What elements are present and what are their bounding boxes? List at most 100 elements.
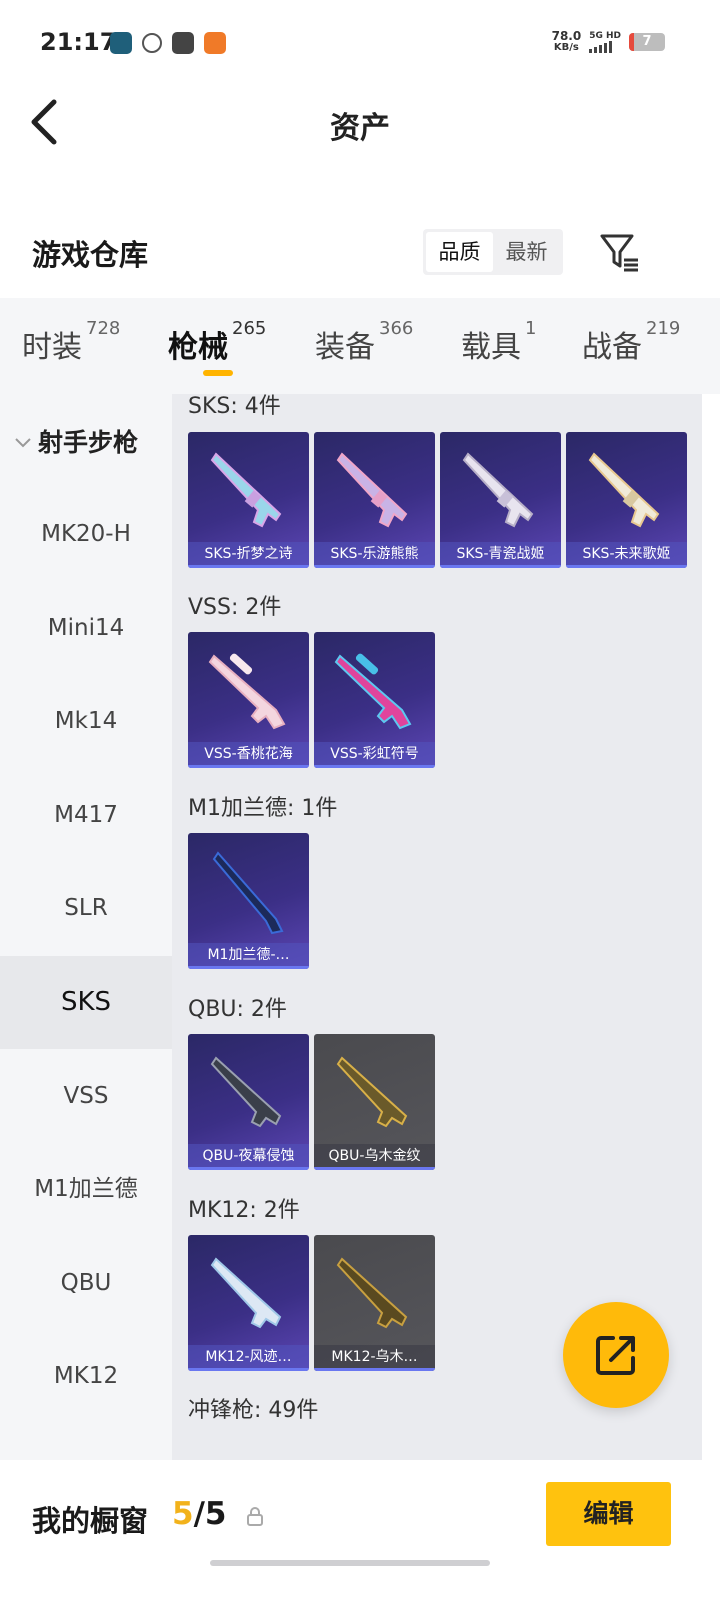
skin-name: SKS-乐游熊熊 <box>314 542 435 568</box>
filter-button[interactable] <box>598 230 642 274</box>
tab-supplies[interactable]: 战备219 <box>582 318 680 366</box>
category-item[interactable]: M417 <box>0 769 172 862</box>
tab-count: 1 <box>525 318 537 339</box>
skin-card[interactable]: MK12-风迹… <box>188 1235 309 1371</box>
tab-gear[interactable]: 装备366 <box>315 318 413 366</box>
network-speed-unit: KB/s <box>553 42 579 53</box>
bottom-bar: 我的橱窗 5/5 编辑 <box>0 1460 720 1608</box>
share-icon <box>596 1336 635 1375</box>
skin-card[interactable]: SKS-未来歌姬 <box>566 432 687 568</box>
filter-icon <box>600 234 638 272</box>
category-item[interactable]: VSS <box>0 1050 172 1143</box>
network-speed: 78.0 KB/s <box>552 30 582 54</box>
skin-card[interactable]: SKS-乐游熊熊 <box>314 432 435 568</box>
weapon-category-list: 射手步枪 MK20-H Mini14 Mk14 M417 SLR SKS VSS… <box>0 394 172 1460</box>
status-bar: 21:17 78.0 KB/s 5G HD 7 <box>0 0 720 86</box>
rifle-icon <box>210 1056 282 1128</box>
rifle-icon <box>588 452 660 528</box>
skin-card[interactable]: QBU-夜幕侵蚀 <box>188 1034 309 1170</box>
lock-icon <box>247 1507 263 1526</box>
category-item[interactable]: SLR <box>0 862 172 955</box>
showcase-total: /5 <box>193 1496 227 1532</box>
skin-name: SKS-未来歌姬 <box>566 542 687 568</box>
skin-name: SKS-折梦之诗 <box>188 542 309 568</box>
category-item[interactable]: QBU <box>0 1237 172 1330</box>
group-title: QBU: 2件 <box>188 997 287 1022</box>
skin-name: MK12-乌木… <box>314 1345 435 1371</box>
group-title: SKS: 4件 <box>188 394 281 419</box>
rifle-icon <box>334 653 412 730</box>
skin-card[interactable]: VSS-香桃花海 <box>188 632 309 768</box>
skin-card[interactable]: SKS-折梦之诗 <box>188 432 309 568</box>
group-title: VSS: 2件 <box>188 595 282 620</box>
skin-name: SKS-青瓷战姬 <box>440 542 561 568</box>
tab-label: 时装 <box>22 330 82 365</box>
rifle-icon <box>210 452 282 528</box>
category-item[interactable]: Mk14 <box>0 675 172 768</box>
network-speed-value: 78.0 <box>551 29 582 43</box>
signal-icon: 5G HD <box>589 31 621 53</box>
sort-by-quality[interactable]: 品质 <box>426 232 493 272</box>
showcase-current: 5 <box>172 1496 194 1532</box>
active-tab-indicator <box>203 370 233 376</box>
sync-notification-icon <box>142 33 162 53</box>
skin-card[interactable]: QBU-乌木金纹 <box>314 1034 435 1170</box>
category-item[interactable]: MK12 <box>0 1330 172 1423</box>
tab-label: 战备 <box>582 330 642 365</box>
group-title: 冲锋枪: 49件 <box>188 1398 319 1423</box>
showcase-count: 5/5 <box>172 1496 226 1532</box>
tab-count: 728 <box>86 318 121 339</box>
category-group-label: 射手步枪 <box>38 428 139 457</box>
category-item[interactable]: Mini14 <box>0 582 172 675</box>
rifle-icon <box>208 653 286 730</box>
category-group-header[interactable]: 射手步枪 <box>0 398 172 488</box>
skin-card[interactable]: M1加兰德-… <box>188 833 309 969</box>
battery-icon: 7 <box>629 33 665 51</box>
chevron-down-icon <box>15 438 31 448</box>
skin-name: VSS-彩虹符号 <box>314 742 435 768</box>
edit-button[interactable]: 编辑 <box>546 1482 671 1546</box>
category-item-active[interactable]: SKS <box>0 956 172 1049</box>
group-title: M1加兰德: 1件 <box>188 796 338 821</box>
share-button[interactable] <box>563 1302 669 1408</box>
message-notification-icon <box>172 32 194 54</box>
status-indicators: 78.0 KB/s 5G HD 7 <box>552 30 665 54</box>
tab-weapons[interactable]: 枪械265 <box>168 318 266 366</box>
showcase-label: 我的橱窗 <box>32 1504 149 1538</box>
category-tabs: 时装728 枪械265 装备366 载具1 战备219 <box>0 298 720 394</box>
tab-label: 载具 <box>461 330 521 365</box>
home-indicator[interactable] <box>210 1560 490 1566</box>
skin-name: M1加兰德-… <box>188 943 309 969</box>
group-title: MK12: 2件 <box>188 1198 300 1223</box>
rifle-icon <box>210 1257 282 1329</box>
section-title: 游戏仓库 <box>32 238 149 272</box>
skin-card[interactable]: VSS-彩虹符号 <box>314 632 435 768</box>
shop-notification-icon <box>204 32 226 54</box>
skin-card[interactable]: MK12-乌木… <box>314 1235 435 1371</box>
tab-count: 219 <box>646 318 681 339</box>
notification-icons <box>110 32 226 54</box>
skin-name: QBU-夜幕侵蚀 <box>188 1144 309 1170</box>
skin-list: SKS: 4件 SKS-折梦之诗 SKS-乐游熊熊 SKS-青瓷战姬 SKS-未… <box>172 394 702 1460</box>
skin-name: VSS-香桃花海 <box>188 742 309 768</box>
rifle-icon <box>336 1056 408 1128</box>
app-notification-icon <box>110 32 132 54</box>
skin-name: QBU-乌木金纹 <box>314 1144 435 1170</box>
category-item[interactable]: M1加兰德 <box>0 1143 172 1236</box>
rifle-icon <box>212 851 284 935</box>
tab-fashion[interactable]: 时装728 <box>22 318 120 366</box>
battery-level: 7 <box>642 34 652 49</box>
category-item[interactable]: MK20-H <box>0 488 172 581</box>
rifle-icon <box>336 452 408 528</box>
status-time: 21:17 <box>40 28 117 56</box>
rifle-icon <box>336 1257 408 1329</box>
sort-toggle: 品质 最新 <box>423 229 563 275</box>
tab-vehicles[interactable]: 载具1 <box>461 318 536 366</box>
skin-name: MK12-风迹… <box>188 1345 309 1371</box>
tab-label: 枪械 <box>168 330 228 365</box>
tab-count: 265 <box>232 318 267 339</box>
page-title: 资产 <box>330 111 390 146</box>
skin-card[interactable]: SKS-青瓷战姬 <box>440 432 561 568</box>
tab-label: 装备 <box>315 330 375 365</box>
sort-by-newest[interactable]: 最新 <box>493 232 560 272</box>
